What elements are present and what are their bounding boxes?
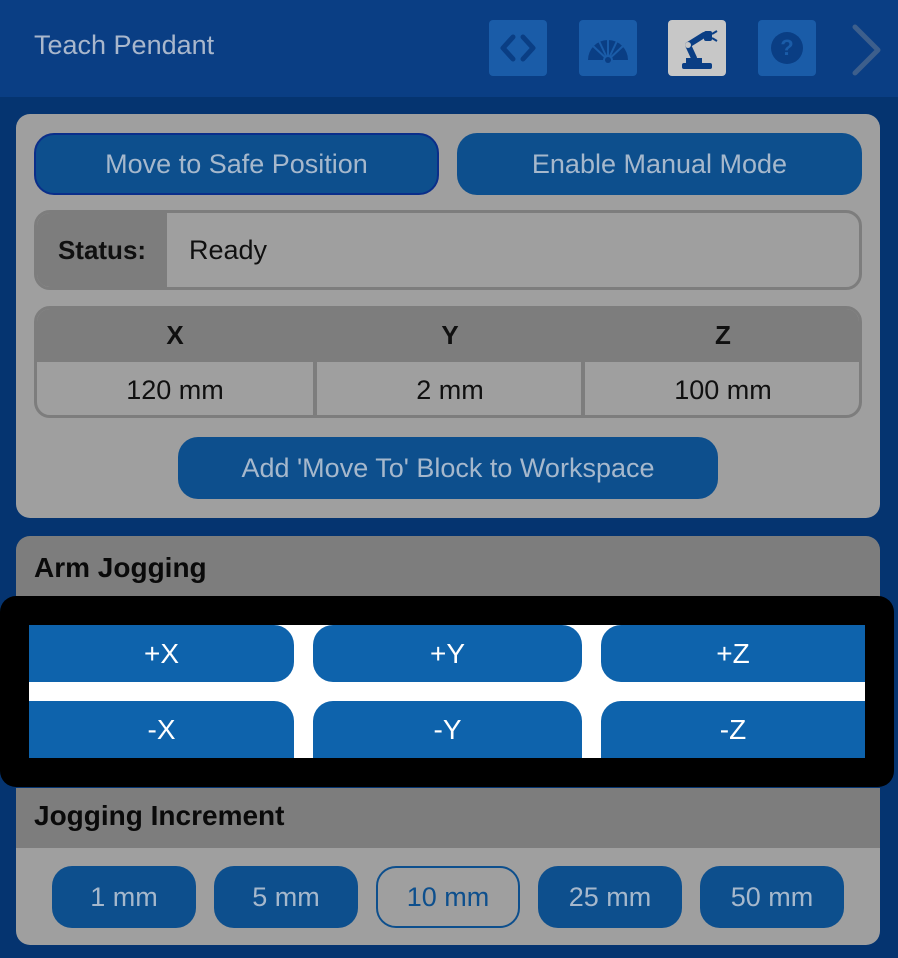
status-value: Ready xyxy=(189,234,268,265)
jogging-increment-title: Jogging Increment xyxy=(34,800,285,831)
increment-5mm-button[interactable]: 5 mm xyxy=(214,866,358,928)
dashboard-button[interactable] xyxy=(579,20,637,76)
help-icon: ? xyxy=(771,32,803,64)
jogging-increment-panel: 1 mm 5 mm 10 mm 25 mm 50 mm xyxy=(16,848,880,945)
jog-plus-x-button[interactable]: +X xyxy=(29,625,294,682)
increment-10mm-button[interactable]: 10 mm xyxy=(376,866,520,928)
jogging-increment-header: Jogging Increment xyxy=(16,788,880,848)
arm-jogging-header: Arm Jogging xyxy=(16,536,880,602)
jog-minus-z-button[interactable]: -Z xyxy=(601,701,865,758)
teach-pendant-app: Teach Pendant ? Move to Safe Position En… xyxy=(0,0,898,958)
robot-arm-icon xyxy=(682,30,718,69)
move-to-safe-position-button[interactable]: Move to Safe Position xyxy=(34,133,439,195)
jog-button-grid: +X +Y +Z -X -Y -Z xyxy=(29,625,865,758)
coord-header-z: Z xyxy=(715,320,731,350)
header-bar: Teach Pendant ? xyxy=(0,0,898,97)
code-view-button[interactable] xyxy=(489,20,547,76)
column-divider xyxy=(313,309,317,415)
increment-50mm-button[interactable]: 50 mm xyxy=(700,866,844,928)
coord-value-y: 2 mm xyxy=(416,374,484,405)
coord-value-z: 100 mm xyxy=(674,374,772,405)
gauge-icon xyxy=(588,39,628,64)
help-button[interactable]: ? xyxy=(758,20,816,76)
jog-minus-x-button[interactable]: -X xyxy=(29,701,294,758)
add-move-to-block-button[interactable]: Add 'Move To' Block to Workspace xyxy=(178,437,718,499)
code-icon xyxy=(500,34,536,62)
coord-header-y: Y xyxy=(441,320,459,350)
page-title: Teach Pendant xyxy=(34,30,215,60)
coord-header-x: X xyxy=(166,320,184,350)
status-label: Status: xyxy=(37,213,167,287)
column-divider xyxy=(581,309,585,415)
status-box: Status: Ready xyxy=(34,210,862,290)
increment-25mm-button[interactable]: 25 mm xyxy=(538,866,682,928)
jog-plus-y-button[interactable]: +Y xyxy=(313,625,582,682)
increment-1mm-button[interactable]: 1 mm xyxy=(52,866,196,928)
arm-jogging-title: Arm Jogging xyxy=(34,552,207,583)
teach-pendant-button[interactable] xyxy=(668,20,726,76)
expand-button[interactable] xyxy=(846,22,886,78)
position-panel: Move to Safe Position Enable Manual Mode… xyxy=(16,114,880,518)
enable-manual-mode-button[interactable]: Enable Manual Mode xyxy=(457,133,862,195)
svg-text:?: ? xyxy=(780,35,793,60)
coord-value-x: 120 mm xyxy=(126,374,224,405)
chevron-right-icon xyxy=(852,24,881,76)
jog-minus-y-button[interactable]: -Y xyxy=(313,701,582,758)
coordinate-table: X Y Z 120 mm 2 mm 100 mm xyxy=(34,306,862,418)
jog-plus-z-button[interactable]: +Z xyxy=(601,625,865,682)
